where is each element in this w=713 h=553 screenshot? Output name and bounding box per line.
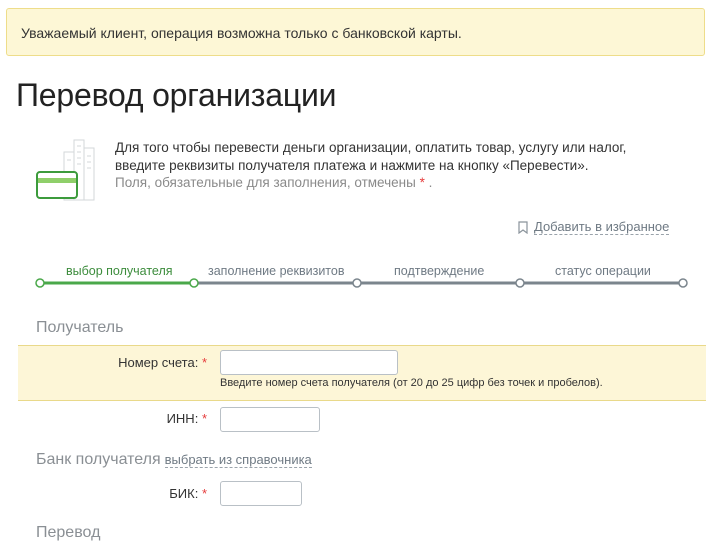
- step-dot-4: [515, 278, 525, 288]
- progress-steps: выбор получателя заполнение реквизитов п…: [0, 260, 713, 294]
- intro-text: Для того чтобы перевести деньги организа…: [115, 139, 695, 192]
- section-bank-label: Банк получателя: [36, 451, 161, 468]
- section-recipient: Получатель: [36, 319, 124, 336]
- section-transfer: Перевод: [36, 524, 101, 541]
- required-mark: *: [419, 175, 425, 190]
- inn-label-text: ИНН:: [166, 411, 199, 426]
- account-hint: Введите номер счета получателя (от 20 до…: [220, 377, 603, 389]
- section-bank: Банк получателя выбрать из справочника: [36, 451, 312, 469]
- steps-track: [35, 278, 688, 288]
- account-number-input[interactable]: [220, 350, 398, 375]
- page-title: Перевод организации: [16, 77, 337, 113]
- bookmark-icon: [518, 220, 528, 234]
- intro-line-1: Для того чтобы перевести деньги организа…: [115, 140, 627, 155]
- inn-label: ИНН: *: [167, 411, 207, 426]
- card-buildings-icon: [36, 139, 95, 201]
- account-label-text: Номер счета:: [118, 355, 199, 370]
- account-label: Номер счета: *: [118, 355, 207, 370]
- account-required-mark: *: [201, 355, 207, 370]
- bik-required-mark: *: [201, 486, 207, 501]
- step-dot-2: [189, 278, 199, 288]
- required-note: Поля, обязательные для заполнения, отмеч…: [115, 174, 695, 192]
- step-dot-3: [352, 278, 362, 288]
- notice-banner: Уважаемый клиент, операция возможна толь…: [6, 8, 705, 56]
- notice-text: Уважаемый клиент, операция возможна толь…: [21, 25, 462, 41]
- choose-from-directory-link[interactable]: выбрать из справочника: [164, 452, 312, 468]
- bik-label-text: БИК:: [169, 486, 199, 501]
- bik-input[interactable]: [220, 481, 302, 506]
- inn-required-mark: *: [201, 411, 207, 426]
- required-note-text: Поля, обязательные для заполнения, отмеч…: [115, 175, 416, 190]
- add-to-favorites-label: Добавить в избранное: [534, 219, 670, 235]
- intro-line-2: введите реквизиты получателя платежа и н…: [115, 157, 589, 173]
- inn-input[interactable]: [220, 407, 320, 432]
- bik-label: БИК: *: [169, 486, 207, 501]
- step-dot-5: [678, 278, 688, 288]
- required-note-tail: .: [428, 175, 433, 190]
- step-dot-1: [35, 278, 45, 288]
- add-to-favorites-link[interactable]: Добавить в избранное: [518, 219, 670, 235]
